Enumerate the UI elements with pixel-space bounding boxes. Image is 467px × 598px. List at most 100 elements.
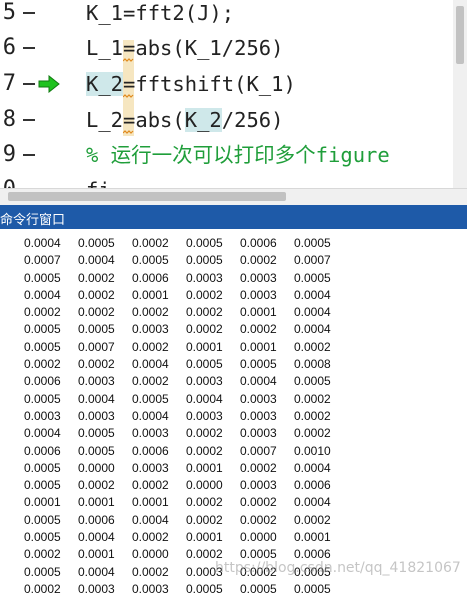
code-editor[interactable]: 567890 K_1=fft2(J);L_1=abs(K_1/256)K_2=f… [0,0,467,188]
output-value: 0.0005 [240,581,277,596]
output-value: 0.0006 [240,236,277,250]
code-line[interactable]: K_1=fft2(J); [86,0,234,31]
output-value: 0.0001 [78,495,115,510]
code-line[interactable]: % 运行一次可以打印多个figure [86,137,390,173]
horizontal-scroll-thumb[interactable] [8,192,286,201]
output-value: 0.0001 [186,339,223,354]
highlighted-variable: K_2 [184,108,222,132]
output-value: 0.0006 [132,443,169,458]
output-value: 0.0004 [24,287,61,302]
output-row: 0.0005 0.0002 0.0006 0.0003 0.0003 0.0005 [24,269,348,286]
output-value: 0.0006 [132,270,169,285]
breakpoint-dash[interactable] [23,154,35,156]
output-value: 0.0004 [132,357,169,372]
output-row: 0.0007 0.0004 0.0005 0.0005 0.0002 0.0007 [24,251,348,268]
output-value: 0.0002 [24,581,61,596]
gutter-line: 6 [0,30,70,66]
output-row: 0.0004 0.0002 0.0001 0.0002 0.0003 0.0004 [24,286,348,303]
output-value: 0.0002 [132,530,169,545]
output-value: 0.0005 [78,443,115,458]
output-row: 0.0005 0.0005 0.0003 0.0002 0.0002 0.0004 [24,320,348,337]
output-value: 0.0007 [240,443,277,458]
output-value: 0.0002 [294,512,331,527]
output-value: 0.0002 [78,287,115,302]
output-value: 0.0002 [240,460,277,475]
output-value: 0.0005 [294,374,331,389]
code-line[interactable]: L_2=abs(K_2/256) [86,102,284,138]
gutter-line: 8 [0,102,70,138]
breakpoint-dash[interactable] [23,83,35,85]
line-number-gutter: 5 6 7 8 9 0 [0,0,70,188]
breakpoint-dash[interactable] [23,119,35,121]
breakpoint-dash[interactable] [23,12,35,14]
output-value: 0.0005 [294,270,331,285]
output-value: 0.0001 [186,530,223,545]
line-number: 5 [2,0,16,25]
breakpoint-dash[interactable] [23,47,35,49]
output-value: 0.0001 [240,305,277,320]
output-value: 0.0003 [240,426,277,441]
code-area[interactable]: K_1=fft2(J); L_1=abs(K_1/256) K_2=fftshift… [86,0,454,188]
output-value: 0.0004 [186,391,223,406]
output-value: 0.0000 [186,478,223,493]
output-value: 0.0005 [24,270,61,285]
vertical-scroll-thumb[interactable] [456,6,464,64]
output-value: 0.0000 [132,547,169,562]
output-value: 0.0002 [186,287,223,302]
output-value: 0.0002 [240,512,277,527]
output-value: 0.0001 [132,287,169,302]
code-line[interactable]: K_2=fftshift(K_1) [86,66,296,102]
output-value: 0.0002 [186,305,223,320]
output-row: 0.0005 0.0000 0.0003 0.0001 0.0002 0.0004 [24,459,348,476]
output-value: 0.0005 [294,236,331,250]
highlighted-variable: K_2 [86,72,124,96]
output-value: 0.0003 [240,287,277,302]
warning-squiggle [123,130,134,134]
command-window[interactable]: 0.0004 0.0005 0.0002 0.0005 0.0006 0.0005 0.00… [0,229,467,596]
output-value: 0.0003 [78,581,115,596]
output-value: 0.0006 [294,478,331,493]
output-value: 0.0005 [24,530,61,545]
output-value: 0.0002 [294,339,331,354]
code-line[interactable]: L_1=abs(K_1/256) [86,30,283,66]
output-value: 0.0005 [24,322,61,337]
output-value: 0.0002 [240,253,277,268]
code-text: K_1=fft2(J); [86,1,235,25]
output-value: 0.0003 [240,270,277,285]
output-row: 0.0006 0.0005 0.0006 0.0002 0.0007 0.0010 [24,442,348,459]
output-value: 0.0004 [294,460,331,475]
output-row: 0.0004 0.0005 0.0003 0.0002 0.0003 0.0002 [24,424,348,441]
code-comment: % 运行一次可以打印多个figure [86,143,390,167]
output-value: 0.0007 [78,339,115,354]
output-value: 0.0002 [78,305,115,320]
output-row: 0.0004 0.0005 0.0002 0.0005 0.0006 0.0005 [24,234,348,251]
code-line[interactable]: fi [86,172,111,188]
line-number: 6 [2,35,16,60]
output-value: 0.0005 [294,581,331,596]
output-value: 0.0005 [78,236,115,250]
output-value: 0.0003 [186,374,223,389]
output-value: 0.0002 [78,270,115,285]
editor-vertical-scrollbar[interactable] [453,0,467,188]
output-value: 0.0002 [186,495,223,510]
output-value: 0.0005 [24,391,61,406]
output-value: 0.0002 [24,547,61,562]
output-value: 0.0002 [186,322,223,337]
output-value: 0.0005 [186,253,223,268]
output-value: 0.0004 [294,322,331,337]
output-value: 0.0010 [294,443,331,458]
line-number: 0 [0,172,16,188]
output-value: 0.0001 [24,495,61,510]
output-value: 0.0001 [240,339,277,354]
output-value: 0.0003 [78,408,115,423]
output-row: 0.0006 0.0003 0.0002 0.0003 0.0004 0.0005 [24,372,348,389]
code-text: =fftshift(K_1) [123,72,296,96]
output-value: 0.0003 [186,408,223,423]
output-value: 0.0004 [240,374,277,389]
command-window-title: 命令行窗口 [0,213,66,228]
output-row: 0.0005 0.0007 0.0002 0.0001 0.0001 0.0002 [24,338,348,355]
command-window-titlebar[interactable]: 命令行窗口 [0,205,467,229]
editor-horizontal-scrollbar[interactable] [0,188,467,205]
output-matrix: 0.0004 0.0005 0.0002 0.0005 0.0006 0.0005 0.00… [24,234,348,597]
output-value: 0.0002 [78,478,115,493]
